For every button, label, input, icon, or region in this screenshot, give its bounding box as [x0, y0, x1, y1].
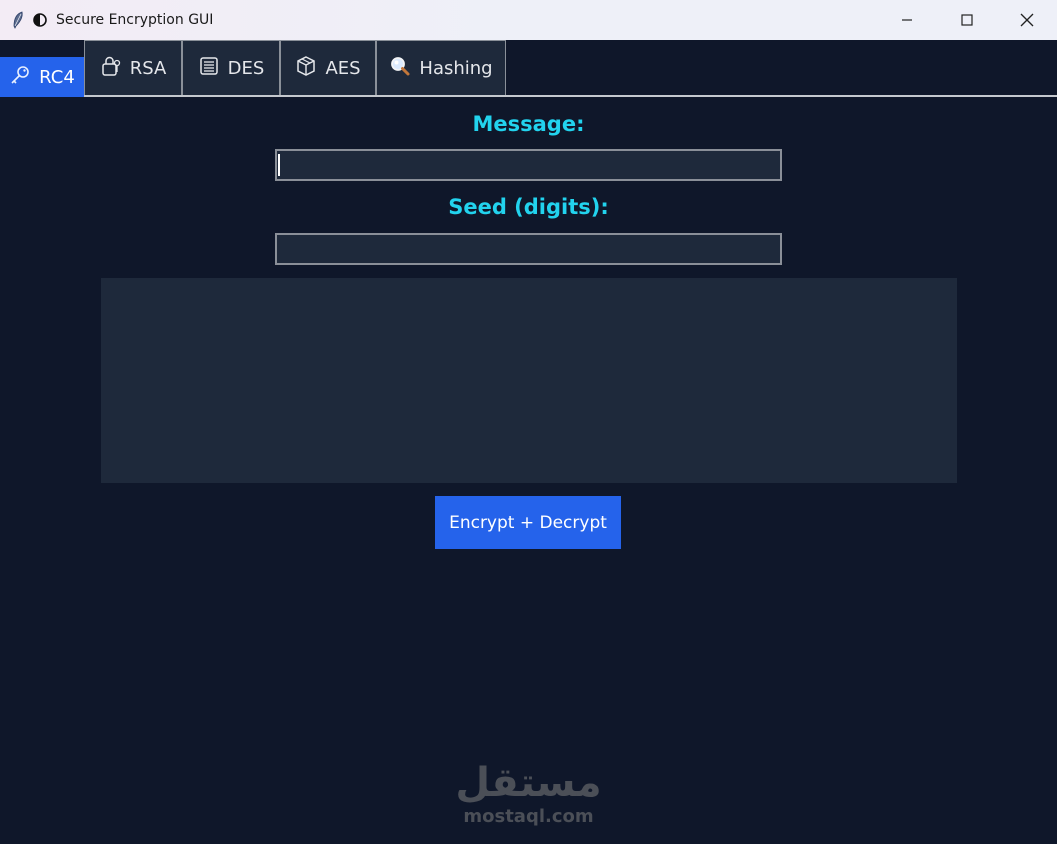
feather-icon	[8, 10, 28, 30]
key-icon	[9, 64, 31, 91]
tab-hashing[interactable]: Hashing	[376, 40, 506, 95]
watermark-text: mostaql.com	[463, 806, 594, 827]
box-icon	[295, 55, 317, 82]
tab-label: AES	[325, 57, 361, 79]
tab-rc4[interactable]: RC4	[0, 57, 84, 97]
maximize-button[interactable]	[937, 0, 997, 40]
maximize-icon	[961, 14, 973, 26]
close-button[interactable]	[997, 0, 1057, 40]
tab-label: DES	[227, 57, 265, 79]
tab-bar: RC4 RSA DES AES Hashing	[0, 40, 1057, 97]
minimize-button[interactable]	[877, 0, 937, 40]
lock-with-key-icon	[100, 55, 122, 82]
minimize-icon	[902, 19, 912, 21]
tab-label: RC4	[39, 67, 75, 88]
tab-aes[interactable]: AES	[280, 40, 376, 95]
seed-label: Seed (digits):	[448, 195, 609, 219]
tab-rsa[interactable]: RSA	[84, 40, 182, 95]
message-label: Message:	[472, 112, 585, 136]
tab-label: Hashing	[419, 57, 493, 79]
tab-label: RSA	[129, 57, 167, 79]
magnifier-icon	[389, 55, 411, 82]
watermark-logo: مستقل	[455, 760, 602, 806]
memo-icon	[198, 55, 220, 82]
text-caret	[278, 154, 280, 176]
title-bar: Secure Encryption GUI	[0, 0, 1057, 40]
output-textarea[interactable]	[101, 278, 957, 483]
seed-input[interactable]	[275, 233, 782, 265]
close-icon	[1020, 13, 1034, 27]
tab-des[interactable]: DES	[182, 40, 280, 95]
shield-half-icon	[30, 10, 50, 30]
window-title: Secure Encryption GUI	[56, 12, 214, 28]
message-input[interactable]	[275, 149, 782, 181]
encrypt-decrypt-button[interactable]: Encrypt + Decrypt	[435, 496, 621, 549]
tab-baseline	[0, 95, 1057, 97]
